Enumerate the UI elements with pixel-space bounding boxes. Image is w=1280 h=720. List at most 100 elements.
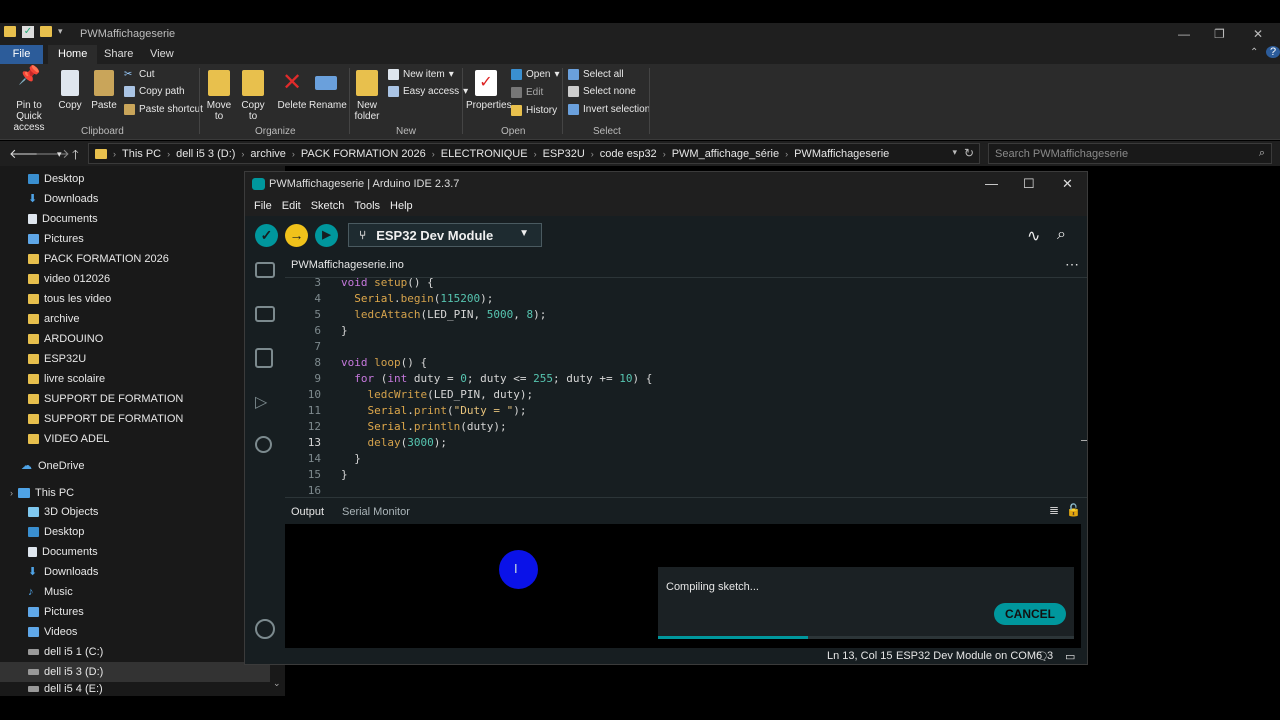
scroll-down-icon[interactable]: ⌄	[273, 678, 281, 689]
cursor-position[interactable]: Ln 13, Col 15	[827, 650, 892, 662]
nav-item-drive-d[interactable]: dell i5 3 (D:)	[0, 662, 270, 682]
nav-item-esp32u[interactable]: ESP32U	[28, 349, 86, 369]
breadcrumb-this-pc[interactable]: This PC	[122, 148, 161, 160]
new-folder-button[interactable]: New folder	[353, 70, 381, 122]
search-icon[interactable]	[255, 436, 272, 453]
nav-item-pictures-pc[interactable]: Pictures	[28, 602, 84, 622]
easy-access-button[interactable]: Easy access ▾	[388, 86, 468, 97]
nav-item-music[interactable]: ♪ Music	[28, 582, 73, 602]
rename-button[interactable]: Rename	[309, 70, 347, 111]
output-console[interactable]: Compiling sketch... CANCEL	[285, 524, 1081, 649]
nav-item-downloads[interactable]: ⬇ Downloads	[28, 189, 98, 209]
up-arrow-icon[interactable]: 🡑	[72, 146, 79, 168]
open-button[interactable]: Open ▾	[511, 69, 560, 80]
account-icon[interactable]	[255, 619, 275, 639]
tab-sketch-file[interactable]: PWMaffichageserie.ino	[291, 259, 404, 271]
nav-item-documents-pc[interactable]: Documents	[28, 542, 98, 562]
clear-output-icon[interactable]: ≣	[1049, 503, 1059, 517]
breadcrumb-esp32u[interactable]: ESP32U	[543, 148, 585, 160]
new-item-button[interactable]: New item ▾	[388, 69, 454, 80]
history-button[interactable]: History	[511, 105, 557, 116]
pin-quick-access-button[interactable]: 📌 Pin to Quick access	[4, 66, 54, 133]
maximize-icon[interactable]: ☐	[1023, 176, 1035, 192]
copy-path-button[interactable]: Copy path	[124, 86, 185, 97]
menu-file[interactable]: File	[249, 196, 277, 216]
nav-item-ardouino[interactable]: ARDOUINO	[28, 329, 103, 349]
tab-share[interactable]: Share	[104, 48, 133, 60]
nav-item-pictures[interactable]: Pictures	[28, 229, 84, 249]
nav-item-drive-e[interactable]: dell i5 4 (E:)	[28, 682, 103, 696]
board-manager-icon[interactable]	[255, 306, 275, 322]
nav-item-archive[interactable]: archive	[28, 309, 79, 329]
breadcrumb-electronique[interactable]: ELECTRONIQUE	[441, 148, 528, 160]
nav-item-support-formation-2[interactable]: SUPPORT DE FORMATION	[28, 409, 183, 429]
move-to-button[interactable]: Move to	[205, 70, 233, 122]
nav-item-drive-c[interactable]: dell i5 1 (C:)	[28, 642, 103, 662]
select-all-button[interactable]: Select all	[568, 69, 624, 80]
quick-access-toolbar[interactable]: ✓ ▾	[4, 26, 63, 38]
nav-item-this-pc[interactable]: › This PC	[10, 483, 74, 503]
menu-sketch[interactable]: Sketch	[306, 196, 350, 216]
forward-arrow-icon[interactable]: 🡒	[35, 146, 70, 162]
select-none-button[interactable]: Select none	[568, 86, 636, 97]
nav-item-livre-scolaire[interactable]: livre scolaire	[28, 369, 105, 389]
nav-item-desktop[interactable]: Desktop	[28, 169, 84, 189]
breadcrumb-pwm[interactable]: PWM_affichage_série	[672, 148, 779, 160]
chevron-down-icon[interactable]: ▾	[58, 26, 63, 38]
serial-monitor-icon[interactable]: ⌕	[1057, 226, 1066, 244]
chevron-down-icon[interactable]: ▾	[952, 147, 957, 158]
copy-to-button[interactable]: Copy to	[239, 70, 267, 122]
verify-check-icon[interactable]: ✓	[255, 224, 278, 247]
nav-item-videos[interactable]: Videos	[28, 622, 77, 642]
breadcrumb-code[interactable]: code esp32	[600, 148, 657, 160]
menu-edit[interactable]: Edit	[277, 196, 306, 216]
paste-shortcut-button[interactable]: Paste shortcut	[124, 104, 203, 115]
refresh-icon[interactable]: ↻	[964, 146, 974, 160]
breadcrumb-current[interactable]: PWMaffichageserie	[794, 148, 889, 160]
address-bar[interactable]: › This PC › dell i5 3 (D:) › archive › P…	[88, 143, 980, 164]
menu-tools[interactable]: Tools	[349, 196, 385, 216]
minimize-icon[interactable]: —	[985, 176, 998, 191]
properties-button[interactable]: ✓ Properties	[466, 70, 512, 111]
tab-serial-monitor[interactable]: Serial Monitor	[342, 506, 410, 518]
nav-item-onedrive[interactable]: ☁ OneDrive	[21, 456, 84, 476]
breadcrumb-drive[interactable]: dell i5 3 (D:)	[176, 148, 235, 160]
new-folder-icon[interactable]	[40, 26, 52, 37]
breadcrumb-archive[interactable]: archive	[250, 148, 285, 160]
properties-check-icon[interactable]: ✓	[22, 26, 34, 38]
nav-item-downloads-pc[interactable]: ⬇ Downloads	[28, 562, 98, 582]
tab-home[interactable]: Home	[48, 45, 98, 64]
chevron-down-icon[interactable]: ▾	[57, 149, 62, 160]
nav-item-video-adel[interactable]: VIDEO ADEL	[28, 429, 109, 449]
delete-button[interactable]: ✕ Delete	[276, 70, 308, 112]
tab-output[interactable]: Output	[291, 506, 324, 518]
lock-icon[interactable]: 🔓	[1066, 503, 1081, 517]
upload-arrow-icon[interactable]: →	[285, 224, 308, 247]
serial-plotter-icon[interactable]: ∿	[1027, 226, 1040, 246]
nav-item-tous-les-video[interactable]: tous les video	[28, 289, 111, 309]
cut-button[interactable]: ✂ Cut	[124, 69, 155, 80]
close-icon[interactable]: ✕	[1062, 176, 1073, 192]
board-selector[interactable]: ⑂ ESP32 Dev Module ▼	[348, 223, 542, 247]
cancel-button[interactable]: CANCEL	[994, 603, 1066, 625]
copy-button[interactable]: Copy	[58, 70, 82, 111]
minimize-icon[interactable]: —	[1178, 27, 1190, 41]
tab-view[interactable]: View	[150, 48, 174, 60]
edit-button[interactable]: Edit	[511, 87, 543, 98]
help-icon[interactable]: ?	[1266, 46, 1280, 58]
nav-item-desktop-pc[interactable]: Desktop	[28, 522, 84, 542]
nav-item-pack-formation[interactable]: PACK FORMATION 2026	[28, 249, 169, 269]
toggle-panel-icon[interactable]: ▭	[1065, 650, 1075, 663]
sketchbook-folder-icon[interactable]	[255, 262, 275, 278]
debug-panel-icon[interactable]: ▷	[255, 392, 275, 412]
nav-item-video-012026[interactable]: video 012026	[28, 269, 110, 289]
search-input[interactable]: Search PWMaffichageserie ⌕	[988, 143, 1272, 164]
breadcrumb-pack[interactable]: PACK FORMATION 2026	[301, 148, 426, 160]
nav-item-documents[interactable]: Documents	[28, 209, 98, 229]
paste-button[interactable]: Paste	[90, 70, 118, 111]
code-editor[interactable]: 3 void setup() { 4 Serial.begin(115200); …	[285, 276, 1087, 497]
restore-icon[interactable]: ❐	[1214, 27, 1225, 41]
debug-icon[interactable]: ▶	[315, 224, 338, 247]
more-options-icon[interactable]: ⋯	[1065, 256, 1079, 273]
notification-count[interactable]: 3	[1047, 650, 1053, 662]
